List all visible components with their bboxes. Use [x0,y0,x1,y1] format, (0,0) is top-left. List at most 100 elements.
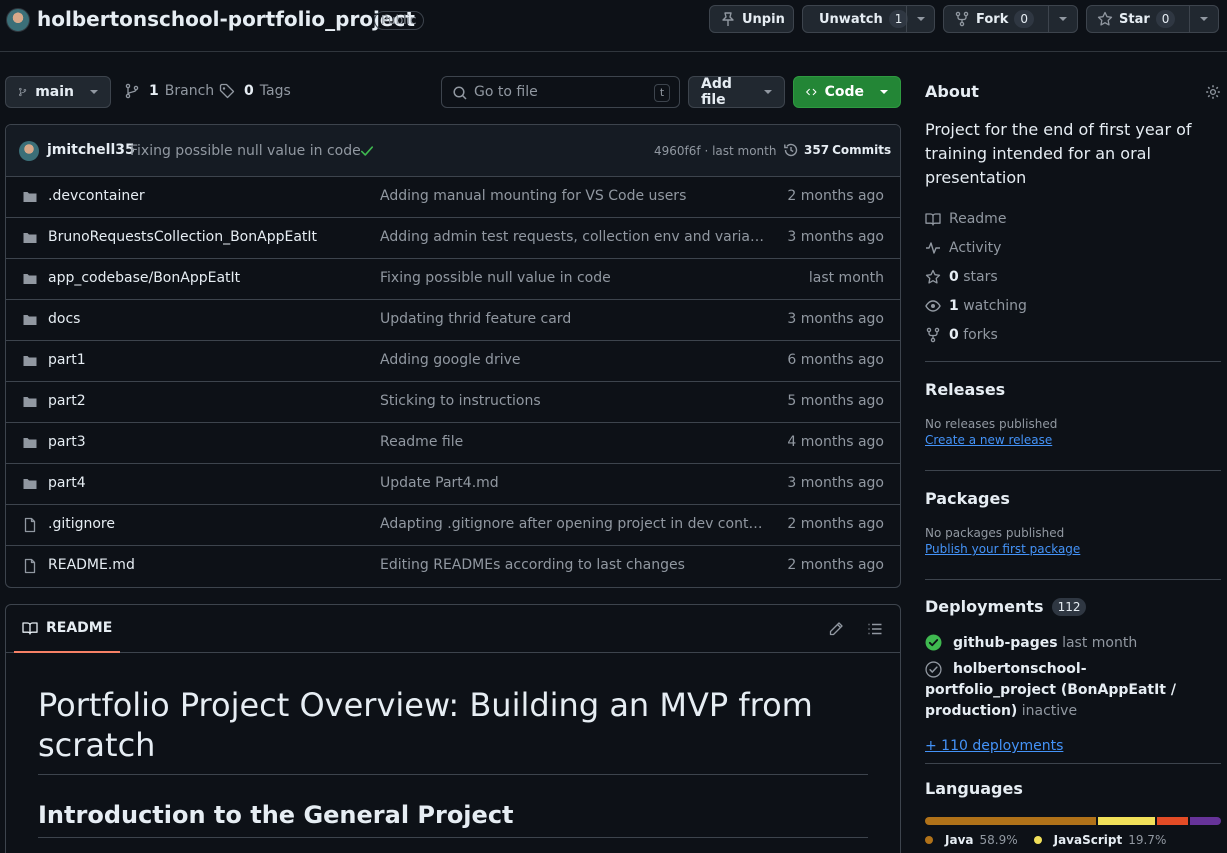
latest-commit-bar: jmitchell35 Fixing possible null value i… [6,125,900,177]
tags-link[interactable]: 0 Tags [219,83,291,99]
star-label: Star [1119,11,1150,27]
stars-label: stars [963,268,998,285]
folder-icon [23,356,37,366]
repo-header: holbertonschool-portfolio_project Public… [0,0,1227,52]
unwatch-dropdown[interactable] [906,6,934,32]
file-name[interactable]: BrunoRequestsCollection_BonAppEatIt [48,229,317,245]
code-icon [806,88,817,96]
repo-name[interactable]: holbertonschool-portfolio_project [37,7,415,31]
commit-sha-time[interactable]: 4960f6f · last month [654,144,776,158]
gear-icon[interactable] [1205,84,1221,100]
chevron-down-icon [1199,17,1208,21]
language-bar-segment[interactable] [1157,817,1189,825]
file-date: 3 months ago [787,311,884,327]
activity-link[interactable]: Activity [925,233,1221,262]
file-commit-message[interactable]: Update Part4.md [380,475,765,491]
deployments-title[interactable]: Deployments [925,597,1044,616]
star-icon [1097,11,1113,26]
file-commit-message[interactable]: Sticking to instructions [380,393,765,409]
file-commit-message[interactable]: Adapting .gitignore after opening projec… [380,516,765,532]
unwatch-button[interactable]: Unwatch 1 [802,5,935,33]
readme-heading-1: Portfolio Project Overview: Building an … [38,685,868,775]
commit-author[interactable]: jmitchell35 [47,142,135,158]
fork-dropdown[interactable] [1047,6,1077,32]
packages-title[interactable]: Packages [925,489,1221,508]
file-row[interactable]: .gitignore Adapting .gitignore after open… [6,505,900,546]
search-input[interactable] [474,82,644,102]
file-commit-message[interactable]: Updating thrid feature card [380,311,765,327]
file-row[interactable]: part4 Update Part4.md 3 months ago [6,464,900,505]
file-row[interactable]: part3 Readme file 4 months ago [6,423,900,464]
file-commit-message[interactable]: Adding google drive [380,352,765,368]
check-icon[interactable] [360,144,374,158]
fork-icon [926,327,940,342]
pin-icon [722,12,734,26]
readme-heading-2: Introduction to the General Project [38,799,868,838]
language-bar-segment[interactable] [1098,817,1156,825]
file-date: 6 months ago [787,352,884,368]
unpin-button[interactable]: Unpin [709,5,794,33]
releases-title[interactable]: Releases [925,380,1221,399]
deployment-item[interactable]: github-pages last month [925,634,1221,651]
publish-package-link[interactable]: Publish your first package [925,542,1221,556]
watching-link[interactable]: 1 watching [925,291,1221,320]
deployment-item[interactable]: holbertonschool-portfolio_project (BonAp… [925,659,1221,722]
owner-avatar[interactable] [6,8,30,32]
file-row[interactable]: app_codebase/BonAppEatIt Fixing possible … [6,259,900,300]
file-row[interactable]: .devcontainer Adding manual mounting for … [6,177,900,218]
file-name[interactable]: README.md [48,557,135,573]
file-commit-message[interactable]: Adding manual mounting for VS Code users [380,188,765,204]
file-name[interactable]: .gitignore [48,516,115,532]
file-name[interactable]: part4 [48,475,86,491]
language-bar-segment[interactable] [1190,817,1221,825]
file-name[interactable]: part2 [48,393,86,409]
fork-button[interactable]: Fork 0 [943,5,1078,33]
file-commit-message[interactable]: Adding admin test requests, collection e… [380,229,765,245]
deployments-section: Deployments 112 github-pages last month … [925,597,1221,754]
tags-label: Tags [259,83,291,99]
go-to-file-search[interactable]: t [441,76,680,108]
activity-link-label: Activity [949,239,1002,256]
forks-link[interactable]: 0 forks [925,320,1221,349]
outline-list-icon[interactable] [867,621,883,637]
file-name[interactable]: .devcontainer [48,188,145,204]
readme-tab[interactable]: README [14,605,121,653]
file-commit-message[interactable]: Editing READMEs according to last change… [380,557,765,573]
star-dropdown[interactable] [1188,6,1218,32]
readme-link[interactable]: Readme [925,204,1221,233]
language-item[interactable]: Java 58.9% [925,833,1018,847]
more-deployments-link[interactable]: + 110 deployments [925,738,1221,754]
file-name[interactable]: app_codebase/BonAppEatIt [48,270,240,286]
file-row[interactable]: docs Updating thrid feature card 3 months … [6,300,900,341]
file-commit-message[interactable]: Readme file [380,434,765,450]
book-icon [22,622,38,635]
languages-section: Languages Java 58.9% JavaScript 19.7% [925,779,1221,847]
file-name[interactable]: docs [48,311,80,327]
branches-link[interactable]: 1 Branch [124,83,214,99]
branch-icon [19,87,27,97]
language-item[interactable]: JavaScript 19.7% [1033,833,1166,847]
branch-icon [125,83,139,99]
packages-section: Packages No packages published Publish y… [925,489,1221,556]
author-avatar[interactable] [19,141,39,161]
branch-selector[interactable]: main [5,76,111,108]
star-button[interactable]: Star 0 [1086,5,1219,33]
file-name[interactable]: part1 [48,352,86,368]
file-row[interactable]: README.md Editing READMEs according to la… [6,546,900,587]
add-file-button[interactable]: Add file [688,76,785,108]
file-row[interactable]: part1 Adding google drive 6 months ago [6,341,900,382]
file-date: 2 months ago [787,188,884,204]
pencil-icon[interactable] [828,621,844,637]
file-commit-message[interactable]: Fixing possible null value in code [380,270,765,286]
language-bar-segment[interactable] [925,817,1097,825]
commit-message[interactable]: Fixing possible null value in code [130,143,361,159]
tags-count: 0 [244,83,254,99]
file-row[interactable]: BrunoRequestsCollection_BonAppEatIt Addin… [6,218,900,259]
file-name[interactable]: part3 [48,434,86,450]
file-date: 3 months ago [787,475,884,491]
file-row[interactable]: part2 Sticking to instructions 5 months ag… [6,382,900,423]
commits-link[interactable]: 357 Commits [783,142,891,158]
stars-link[interactable]: 0 stars [925,262,1221,291]
create-release-link[interactable]: Create a new release [925,433,1221,447]
code-button[interactable]: Code [793,76,901,108]
